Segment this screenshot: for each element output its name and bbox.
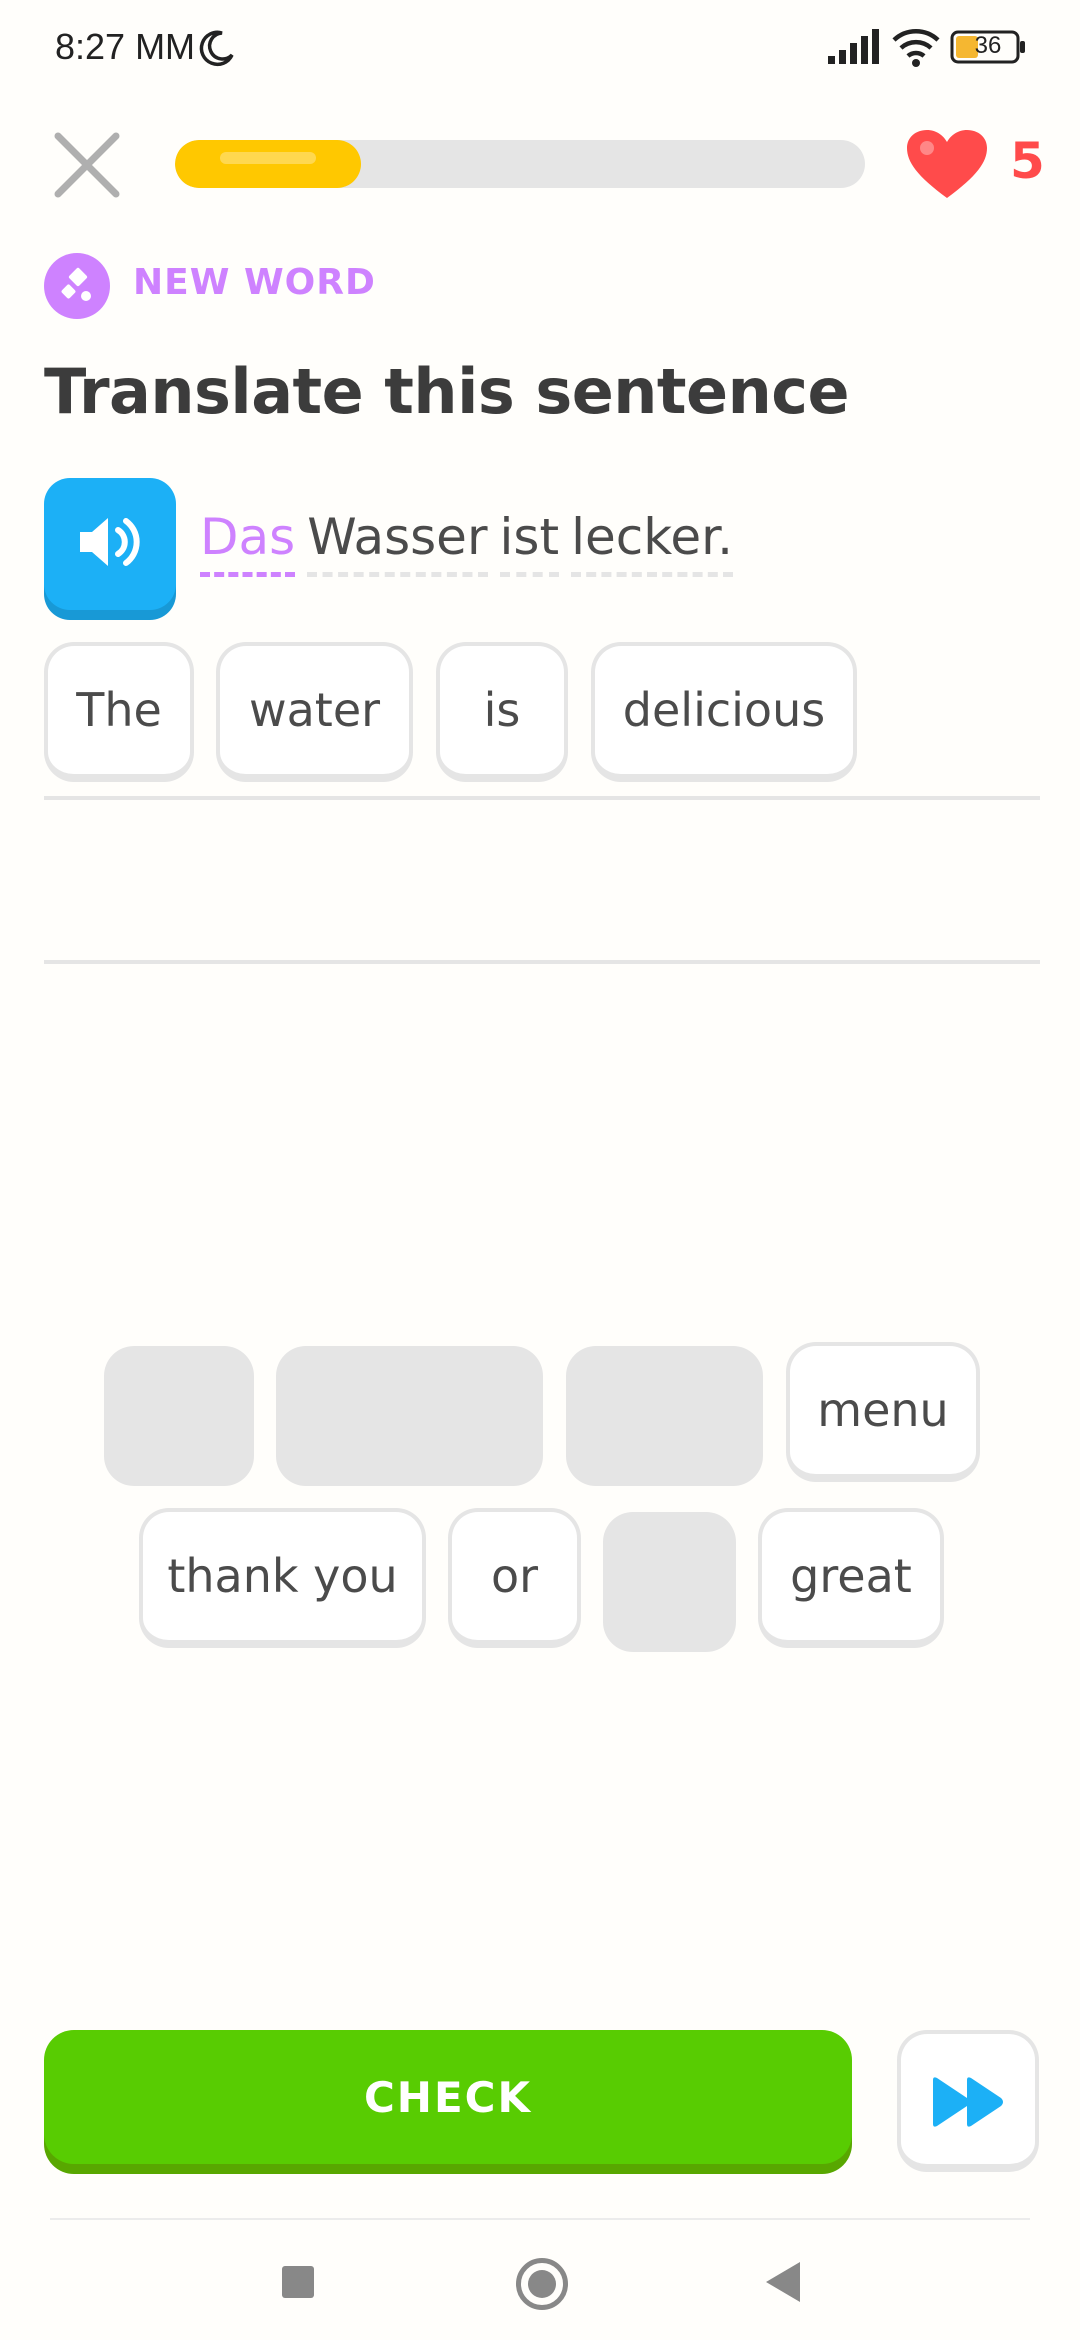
progress-fill: [175, 140, 361, 188]
nav-divider: [50, 2218, 1030, 2220]
check-button[interactable]: CHECK: [44, 2030, 852, 2164]
status-bar: 8:27 MM 36: [0, 0, 1080, 100]
page-title: Translate this sentence: [44, 355, 850, 428]
speaker-icon: [80, 518, 140, 566]
word-bank-slot-empty: [276, 1346, 543, 1486]
sentence-word[interactable]: ist: [499, 508, 560, 577]
close-icon[interactable]: [52, 130, 122, 200]
answer-line: [44, 796, 1040, 800]
home-circle-icon[interactable]: [516, 2258, 568, 2310]
word-bank-tile[interactable]: thank you: [139, 1508, 426, 1648]
lesson-progress-bar: [175, 140, 865, 188]
source-sentence: Das Wasser ist lecker.: [200, 508, 745, 577]
recents-square-icon[interactable]: [282, 2266, 314, 2298]
word-bank-tile[interactable]: great: [758, 1508, 944, 1648]
word-bank-tile[interactable]: menu: [786, 1342, 980, 1482]
word-bank-tile[interactable]: or: [448, 1508, 581, 1648]
hearts-count: 5: [1010, 132, 1045, 190]
back-triangle-icon[interactable]: [766, 2262, 800, 2302]
sentence-word[interactable]: Das: [200, 508, 296, 577]
moon-icon: [199, 30, 234, 67]
new-word-label: NEW WORD: [133, 262, 376, 303]
answer-tile[interactable]: The: [44, 642, 194, 782]
lesson-screen: 8:27 MM 36 5 NEW WORD Translate this sen…: [0, 0, 1080, 2340]
answer-line: [44, 960, 1040, 964]
wifi-icon: [892, 29, 940, 67]
heart-icon: [907, 130, 987, 198]
status-time: 8:27 MM: [55, 26, 196, 67]
play-audio-button[interactable]: [44, 478, 176, 610]
new-word-badge-icon: [44, 253, 110, 319]
word-bank-slot-empty: [104, 1346, 254, 1486]
signal-icon: [828, 29, 879, 64]
sentence-word[interactable]: lecker.: [571, 508, 734, 577]
battery-level: 36: [974, 32, 1002, 59]
answer-tile[interactable]: delicious: [591, 642, 857, 782]
progress-shine: [220, 152, 316, 164]
sentence-word[interactable]: Wasser: [307, 508, 488, 577]
answer-tile[interactable]: is: [436, 642, 568, 782]
word-bank-slot-empty: [603, 1512, 736, 1652]
answer-tile[interactable]: water: [216, 642, 413, 782]
skip-button[interactable]: [897, 2030, 1039, 2172]
word-bank-slot-empty: [566, 1346, 763, 1486]
fast-forward-icon: [933, 2077, 1003, 2127]
